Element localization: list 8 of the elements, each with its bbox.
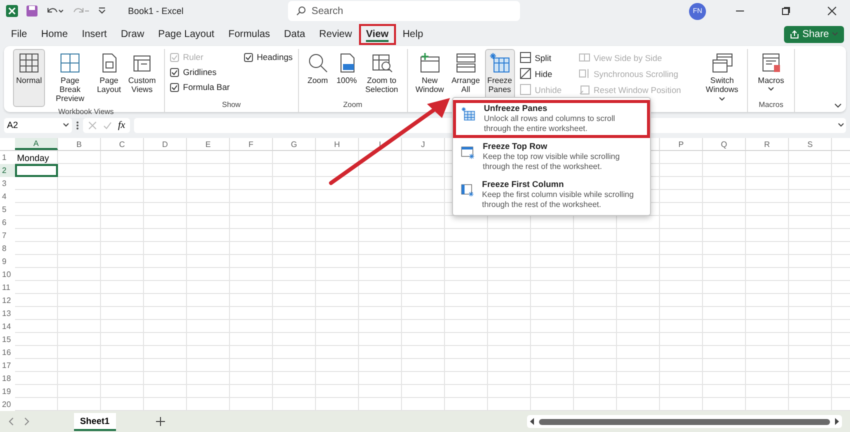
search-placeholder: Search bbox=[312, 6, 344, 16]
menu-item-description: Unlock all rows and columns to scroll through the entire worksheet. bbox=[484, 114, 616, 135]
menu-item-description: Keep the top row visible while scrolling through the rest of the worksheet. bbox=[482, 152, 621, 173]
menu-item-title: Freeze Top Row bbox=[482, 140, 548, 151]
menu-item-description: Keep the first column visible while scrolling through the rest of the worksheet. bbox=[482, 190, 635, 210]
menu-item-title: Freeze First Column bbox=[482, 178, 565, 189]
cell-reference: A2 bbox=[7, 120, 18, 130]
window-title: Book1 - Excel bbox=[128, 6, 184, 16]
